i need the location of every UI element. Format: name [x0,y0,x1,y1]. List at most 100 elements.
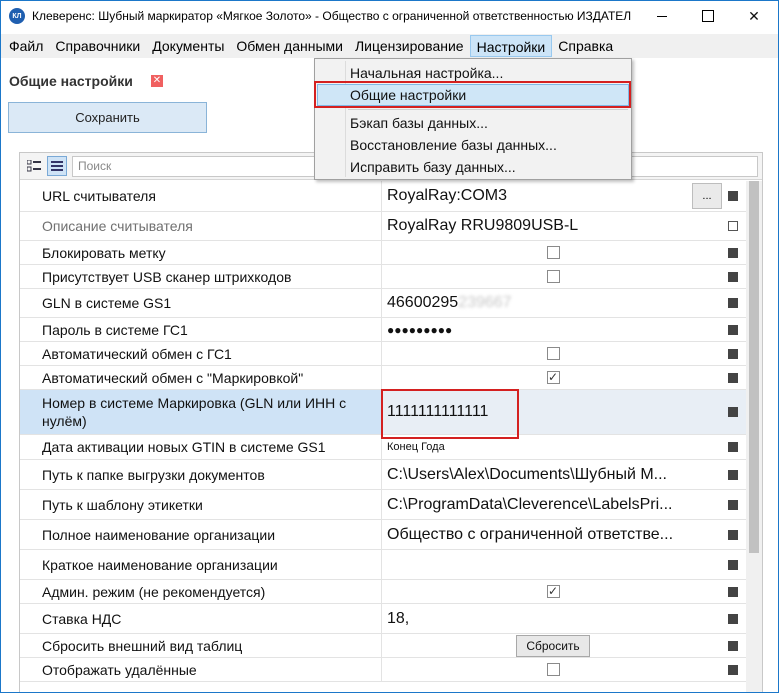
default-marker-icon[interactable] [728,191,738,201]
checkbox[interactable] [546,663,560,676]
categorized-view-icon[interactable] [24,156,44,176]
property-value[interactable]: Общество с ограниченной ответстве... [383,520,723,549]
default-marker-icon[interactable] [728,559,738,570]
scrollbar-thumb[interactable] [749,181,759,553]
menu-licensing[interactable]: Лицензирование [349,35,470,57]
property-value [383,658,723,681]
grid-row[interactable]: Пароль в системе ГС1 ●●●●●●●●● [20,318,762,342]
property-value [383,342,723,365]
checkbox[interactable] [546,347,560,360]
property-name: Путь к папке выгрузки документов [20,460,382,489]
default-marker-icon[interactable] [728,442,738,452]
gln-value-blurred: 239667 [458,294,512,311]
default-marker-icon[interactable] [728,247,738,258]
property-value: Сбросить [383,634,723,657]
default-marker-icon[interactable] [728,529,738,540]
browse-button[interactable]: ... [692,183,722,209]
grid-row[interactable]: GLN в системе GS1 46600295 239667 [20,289,762,318]
default-marker-icon[interactable] [728,640,738,651]
maximize-icon[interactable] [685,1,731,31]
property-name: Админ. режим (не рекомендуется) [20,580,382,603]
title-bar[interactable]: КЛ Клеверенс: Шубный маркиратор «Мягкое … [1,1,778,32]
default-marker-icon[interactable] [728,348,738,359]
menu-data-exchange[interactable]: Обмен данными [230,35,349,57]
default-marker-icon[interactable] [728,469,738,480]
grid-rows: URL считывателя RoyalRay:COM3 ... Описан… [20,181,762,682]
reset-button[interactable]: Сбросить [516,634,590,657]
default-marker-icon[interactable] [728,298,738,308]
property-name: Автоматический обмен с ГС1 [20,342,382,365]
grid-row[interactable]: Отображать удалённые [20,658,762,682]
grid-row[interactable]: Краткое наименование организации [20,550,762,580]
default-marker-icon[interactable] [728,271,738,282]
property-value[interactable]: 18, [383,604,723,633]
property-value[interactable]: Конец Года [383,435,723,459]
vertical-scrollbar[interactable] [746,181,762,692]
property-name: Отображать удалённые [20,658,382,681]
grid-row[interactable]: Ставка НДС 18, [20,604,762,634]
list-view-icon[interactable] [47,156,67,176]
default-marker-icon[interactable] [728,324,738,335]
default-marker-icon[interactable] [728,664,738,675]
app-window: КЛ Клеверенс: Шубный маркиратор «Мягкое … [0,0,779,693]
menu-help[interactable]: Справка [552,35,619,57]
default-marker-icon[interactable] [728,407,738,417]
property-value[interactable]: RoyalRay:COM3 [383,181,723,211]
grid-row[interactable]: Блокировать метку [20,241,762,265]
menu-initial-setup[interactable]: Начальная настройка... [317,62,629,84]
menu-file[interactable]: Файл [3,35,49,57]
property-name: Блокировать метку [20,241,382,264]
property-name: Сбросить внешний вид таблиц [20,634,382,657]
checkbox[interactable]: ✓ [546,585,560,598]
menu-repair-db[interactable]: Исправить базу данных... [317,156,629,178]
menu-general-settings[interactable]: Общие настройки [317,84,629,106]
property-name: Присутствует USB сканер штрихкодов [20,265,382,288]
default-marker-icon[interactable] [728,613,738,624]
property-value[interactable]: C:\ProgramData\Cleverence\LabelsPri... [383,490,723,519]
default-marker-icon[interactable] [728,499,738,510]
grid-row[interactable]: URL считывателя RoyalRay:COM3 ... [20,181,762,212]
window-title: Клеверенс: Шубный маркиратор «Мягкое Зол… [32,9,632,23]
property-name: URL считывателя [20,181,382,211]
grid-row[interactable]: Автоматический обмен с ГС1 [20,342,762,366]
property-name: Путь к шаблону этикетки [20,490,382,519]
grid-row[interactable]: Путь к шаблону этикетки C:\ProgramData\C… [20,490,762,520]
property-value: RoyalRay RRU9809USB-L [387,217,579,234]
property-name: Пароль в системе ГС1 [20,318,382,341]
grid-row[interactable]: Автоматический обмен с "Маркировкой" ✓ [20,366,762,390]
property-value[interactable] [383,550,723,579]
save-button[interactable]: Сохранить [8,102,207,133]
menu-documents[interactable]: Документы [146,35,230,57]
property-value[interactable]: 46600295 239667 [383,289,723,317]
menu-bar: Файл Справочники Документы Обмен данными… [1,34,778,58]
password-field[interactable]: ●●●●●●●●● [383,318,723,341]
checkbox[interactable] [546,246,560,259]
grid-row[interactable]: Сбросить внешний вид таблиц Сбросить [20,634,762,658]
grid-row-selected[interactable]: Номер в системе Маркировка (GLN или ИНН … [20,390,762,435]
menu-separator [348,109,628,110]
grid-row[interactable]: Админ. режим (не рекомендуется) ✓ [20,580,762,604]
property-value: ✓ [383,580,723,603]
menu-settings[interactable]: Настройки [469,35,553,57]
property-value: ✓ [383,366,723,389]
checkbox[interactable] [546,270,560,283]
grid-row[interactable]: Путь к папке выгрузки документов C:\User… [20,460,762,490]
menu-references[interactable]: Справочники [49,35,146,57]
property-grid: Поиск URL считывателя RoyalRay:COM3 ... … [19,152,763,692]
checkbox[interactable]: ✓ [546,371,560,384]
minimize-icon[interactable] [639,1,685,31]
property-value[interactable]: 1111111111111 [383,390,723,434]
default-marker-icon[interactable] [728,372,738,383]
close-window-icon[interactable]: ✕ [731,1,777,31]
grid-row[interactable]: Присутствует USB сканер штрихкодов [20,265,762,289]
default-marker-icon[interactable] [728,221,738,231]
grid-row[interactable]: Полное наименование организации Общество… [20,520,762,550]
property-value[interactable]: C:\Users\Alex\Documents\Шубный М... [383,460,723,489]
grid-row[interactable]: Дата активации новых GTIN в системе GS1 … [20,435,762,460]
default-marker-icon[interactable] [728,586,738,597]
menu-restore-db[interactable]: Восстановление базы данных... [317,134,629,156]
grid-row[interactable]: Описание считывателя RoyalRay RRU9809USB… [20,212,762,241]
app-logo-icon: КЛ [9,8,25,24]
menu-backup-db[interactable]: Бэкап базы данных... [317,112,629,134]
close-tab-icon[interactable]: ✕ [151,75,163,87]
